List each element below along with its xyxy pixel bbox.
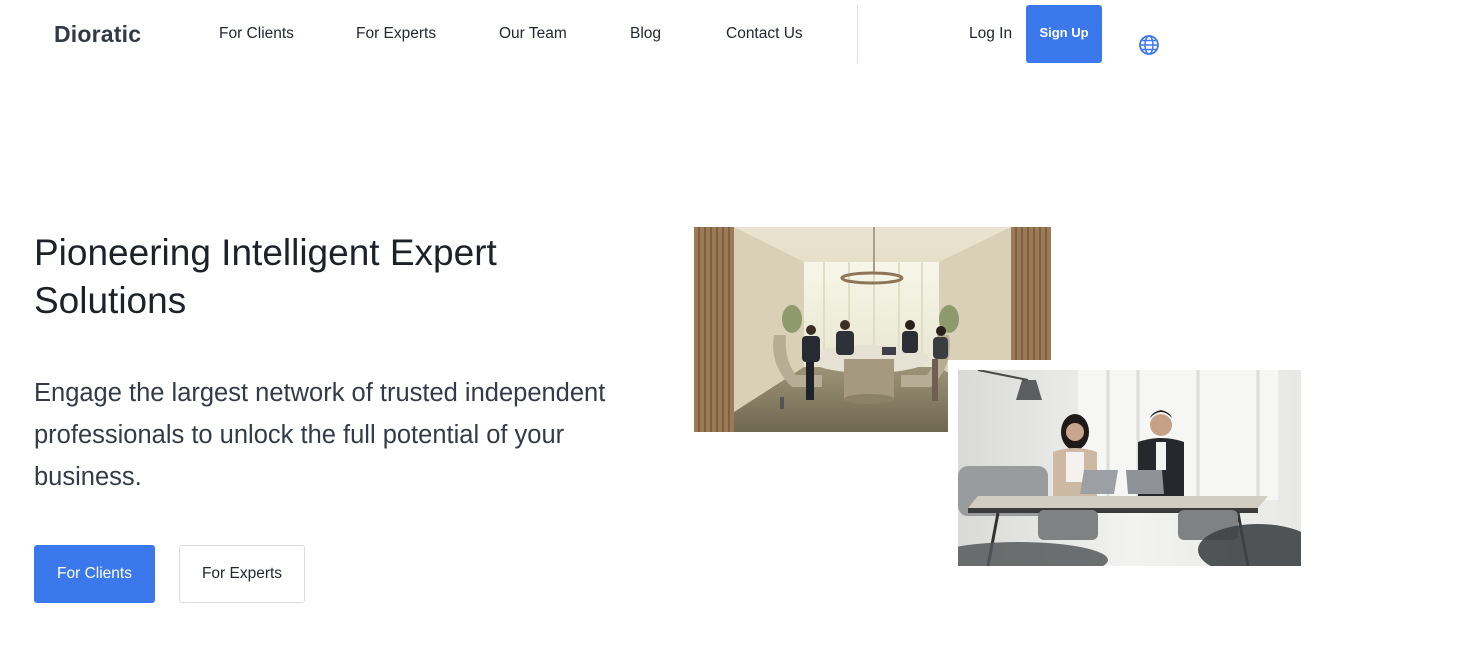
nav-our-team[interactable]: Our Team — [499, 25, 567, 43]
nav-blog[interactable]: Blog — [630, 25, 661, 43]
for-experts-button[interactable]: For Experts — [179, 545, 305, 603]
for-clients-button[interactable]: For Clients — [34, 545, 155, 603]
coworking-image — [958, 370, 1301, 566]
page: Dioratic For Clients For Experts Our Tea… — [0, 0, 1462, 667]
nav-for-experts[interactable]: For Experts — [356, 25, 436, 43]
nav-contact-us[interactable]: Contact Us — [726, 25, 803, 43]
hero-title: Pioneering Intelligent Expert Solutions — [34, 232, 497, 321]
login-link[interactable]: Log In — [969, 25, 1012, 43]
logo[interactable]: Dioratic — [54, 21, 141, 48]
nav-for-clients[interactable]: For Clients — [219, 25, 294, 43]
globe-icon[interactable] — [1138, 34, 1160, 56]
hero-subtitle: Engage the largest network of trusted in… — [34, 379, 606, 491]
nav-divider — [857, 5, 858, 63]
signup-button[interactable]: Sign Up — [1026, 5, 1102, 63]
